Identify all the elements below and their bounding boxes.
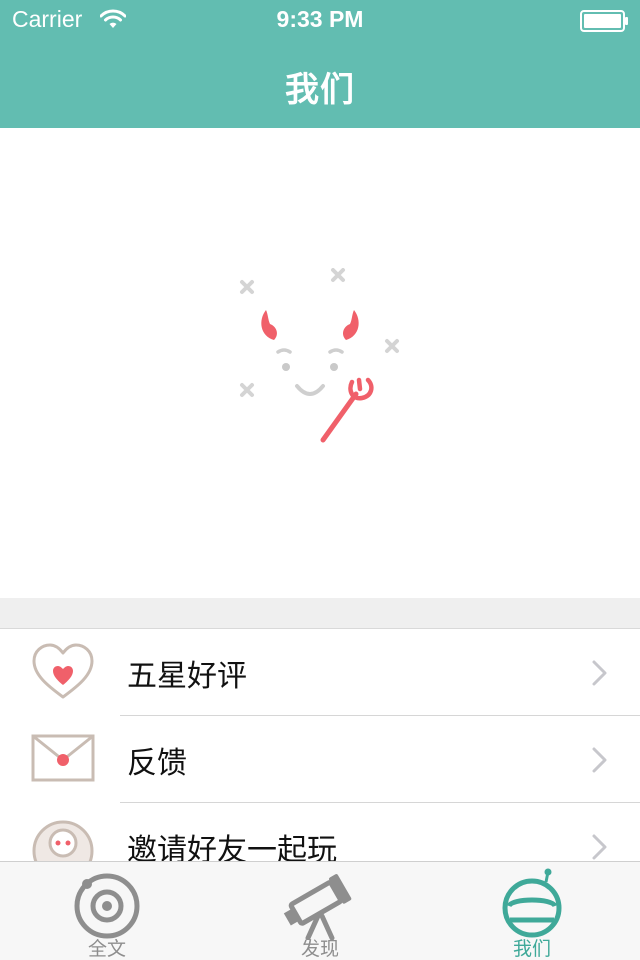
screen: Carrier 9:33 PM 我们 五星好评 反馈 邀请好友一起玩 全文 发现…: [0, 0, 640, 960]
chevron-right-icon: [592, 834, 607, 860]
navigation-header: Carrier 9:33 PM 我们: [0, 0, 640, 128]
chevron-right-icon: [592, 747, 607, 773]
tab-us[interactable]: 我们: [452, 862, 612, 960]
envelope-icon: [31, 734, 95, 782]
telescope-icon: [283, 874, 352, 940]
menu-item-rate[interactable]: 五星好评: [0, 629, 640, 716]
menu-item-label: 五星好评: [127, 659, 247, 694]
status-time: 9:33 PM: [276, 6, 364, 32]
tab-fulltext[interactable]: 全文: [27, 862, 187, 960]
chevron-right-icon: [592, 660, 607, 686]
hero-banner: [0, 128, 640, 598]
menu-list: 五星好评 反馈 邀请好友一起玩: [0, 629, 640, 890]
astronaut-helmet-icon: [502, 868, 562, 938]
tab-label: 我们: [512, 938, 551, 960]
battery-icon: [580, 10, 628, 32]
planet-icon: [74, 873, 140, 939]
tab-label: 发现: [300, 938, 339, 960]
status-bar: Carrier 9:33 PM: [0, 0, 640, 40]
section-divider: [0, 598, 640, 629]
tab-label: 全文: [87, 938, 126, 960]
heart-icon: [32, 643, 94, 699]
menu-item-label: 反馈: [127, 746, 187, 781]
page-title: 我们: [285, 70, 355, 110]
devil-face-illustration: [240, 268, 399, 443]
tab-bar: 全文 发现 我们: [0, 861, 640, 960]
menu-item-feedback[interactable]: 反馈: [0, 716, 640, 803]
tab-discover[interactable]: 发现: [240, 862, 400, 960]
